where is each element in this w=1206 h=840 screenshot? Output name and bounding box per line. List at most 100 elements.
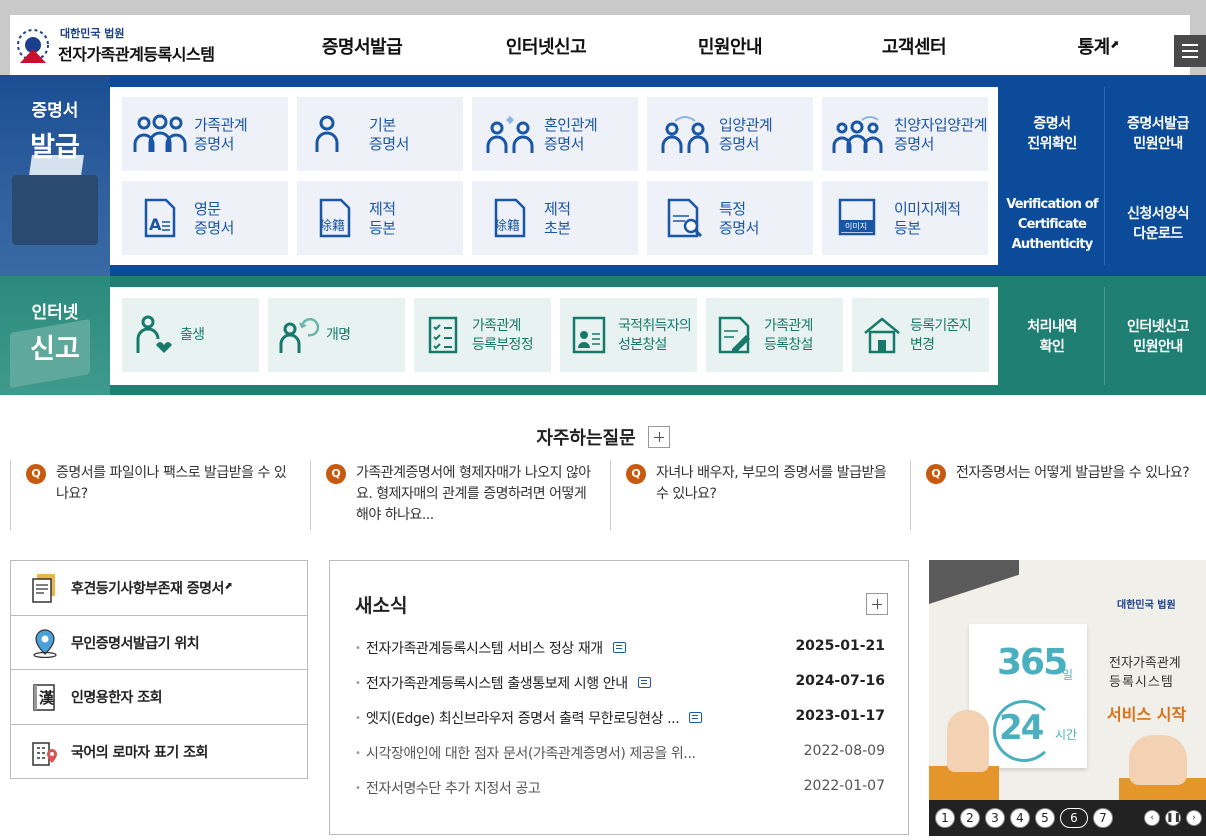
report-label: 국적취득자의 성본창설 xyxy=(618,318,692,353)
cert-guide-link[interactable]: 증명서발급 민원안내 xyxy=(1106,114,1206,154)
nav-cert[interactable]: 증명서발급 xyxy=(270,15,454,75)
cert-basic[interactable]: 기본 증명서 xyxy=(297,97,463,171)
location-pin-icon xyxy=(33,628,57,658)
marriage-icon xyxy=(486,116,534,153)
faq-item[interactable]: Q 전자증명서는 어떻게 발급받을 수 있나요? xyxy=(910,460,1206,530)
news-more-button[interactable] xyxy=(866,593,888,615)
cert-specific[interactable]: 특정 증명서 xyxy=(647,181,813,255)
report-correction[interactable]: 가족관계 등록부정정 xyxy=(414,298,551,372)
news-item-title: 전자가족관계등록시스템 출생통보제 시행 안내 xyxy=(366,673,651,693)
main-nav: 증명서발급 인터넷신고 민원안내 고객센터 통계⬈ xyxy=(270,15,1190,75)
cert-full-adoption[interactable]: 친양자입양관계 증명서 xyxy=(822,97,988,171)
chevron-left-icon[interactable]: ‹ xyxy=(1144,810,1160,826)
report-label: 가족관계 등록부정정 xyxy=(472,318,534,353)
pause-icon[interactable]: ❚❚ xyxy=(1165,810,1181,826)
news-item-title: 엣지(Edge) 최신브라우저 증명서 출력 무한로딩현상 ... xyxy=(366,708,703,728)
page-dot-7[interactable]: 7 xyxy=(1093,808,1113,828)
report-label: 출생 xyxy=(180,327,205,343)
nav-report[interactable]: 인터넷신고 xyxy=(454,15,638,75)
page-dot-5[interactable]: 5 xyxy=(1035,808,1055,828)
nav-guide[interactable]: 민원안내 xyxy=(638,15,822,75)
promo-banner[interactable]: 대한민국 법원 365 일 24 시간 전자가족관계 등록시스템 서비스 시작 xyxy=(929,560,1206,800)
site-logo[interactable]: 대한민국 법원 전자가족관계등록시스템 xyxy=(10,21,240,69)
cert-side-links: 증명서 진위확인 증명서발급 민원안내 Verification of Certifi… xyxy=(998,87,1206,265)
quick-hanja-search[interactable]: 漢 인명용한자 조회 xyxy=(11,670,307,725)
hanja-book-icon: 漢 xyxy=(33,684,55,711)
cert-label: 제적 등본 xyxy=(369,200,396,237)
cert-form-download-link[interactable]: 신청서양식 다운로드 xyxy=(1106,204,1206,244)
cert-verify-link[interactable]: 증명서 진위확인 xyxy=(1000,114,1104,154)
edit-doc-icon xyxy=(718,316,750,354)
news-panel: 새소식 • 전자가족관계등록시스템 서비스 정상 재개 2025-01-21 •… xyxy=(329,560,909,835)
report-base-change[interactable]: 등록기준지 변경 xyxy=(852,298,989,372)
question-icon: Q xyxy=(926,464,946,484)
page-dot-1[interactable]: 1 xyxy=(935,808,955,828)
external-link-icon: ⬈ xyxy=(1109,38,1119,51)
report-rename[interactable]: 개명 xyxy=(268,298,405,372)
faq-list: Q 증명서를 파일이나 팩스로 발급받을 수 있나요? Q 가족관계증명서에 형… xyxy=(10,460,1206,530)
nav-stats[interactable]: 통계⬈ xyxy=(1006,15,1190,75)
quick-romanization[interactable]: 국어의 로마자 표기 조회 xyxy=(11,725,307,780)
svg-text:이미지: 이미지 xyxy=(845,221,867,231)
report-status-link[interactable]: 처리내역 확인 xyxy=(1000,317,1104,357)
quick-label: 인명용한자 조회 xyxy=(71,690,163,706)
cert-removed-copy[interactable]: 除籍 제적 등본 xyxy=(297,181,463,255)
bullet: • xyxy=(355,643,361,654)
quick-label: 국어의 로마자 표기 조회 xyxy=(71,744,208,761)
report-guide-link[interactable]: 인터넷신고 민원안내 xyxy=(1106,317,1206,357)
system-name: 전자가족관계등록시스템 xyxy=(58,45,215,64)
chevron-right-icon[interactable]: › xyxy=(1186,810,1202,826)
house-icon xyxy=(864,317,900,354)
nav-support[interactable]: 고객센터 xyxy=(822,15,1006,75)
cert-label: 친양자입양관계 증명서 xyxy=(894,116,988,153)
id-card-icon xyxy=(572,316,606,354)
keyboard-image xyxy=(929,560,1019,604)
faq-item[interactable]: Q 가족관계증명서에 형제자매가 나오지 않아요. 형제자매의 관계를 증명하려… xyxy=(310,460,610,530)
cert-title-top: 증명서 xyxy=(31,101,79,121)
banner-24: 24 xyxy=(999,708,1044,748)
news-item[interactable]: • 전자가족관계등록시스템 서비스 정상 재개 2025-01-21 xyxy=(355,636,885,660)
news-item[interactable]: • 전자서명수단 추가 지정서 공고 2022-01-07 xyxy=(355,776,885,800)
quick-guardianship-cert[interactable]: 후견등기사항부존재 증명서⬈ xyxy=(11,561,307,616)
birth-icon xyxy=(136,315,172,353)
page-dot-3[interactable]: 3 xyxy=(985,808,1005,828)
cert-english[interactable]: A 영문 증명서 xyxy=(122,181,288,255)
faq-more-button[interactable] xyxy=(647,426,670,448)
cert-marriage[interactable]: 혼인관계 증명서 xyxy=(472,97,638,171)
hamburger-icon[interactable] xyxy=(1174,35,1206,67)
bullet: • xyxy=(355,678,361,689)
cert-removed-extract[interactable]: 除籍 제적 초본 xyxy=(472,181,638,255)
cert-family[interactable]: 가족관계 증명서 xyxy=(122,97,288,171)
svg-text:漢: 漢 xyxy=(39,689,55,707)
report-menu: 출생 개명 가족관계 등록부정정 국적취득자의 성본창설 가족관계 등록창설 등록기준… xyxy=(110,287,998,385)
hand-right xyxy=(1129,735,1187,785)
quick-kiosk-location[interactable]: 무인증명서발급기 위치 xyxy=(11,616,307,670)
faq-item[interactable]: Q 자녀나 배우자, 부모의 증명서를 발급받을 수 있나요? xyxy=(610,460,910,530)
cert-title-bottom: 발급 xyxy=(30,132,80,163)
hand-left xyxy=(947,710,989,772)
court-name: 대한민국 법원 xyxy=(60,27,125,40)
news-title: 새소식 xyxy=(355,595,408,617)
adoption-icon xyxy=(661,116,709,153)
report-birth[interactable]: 출생 xyxy=(122,298,259,372)
page-dot-4[interactable]: 4 xyxy=(1010,808,1030,828)
news-item[interactable]: • 시각장애인에 대한 점자 문서(가족관계증명서) 제공을 위... 2022… xyxy=(355,741,885,765)
report-label: 개명 xyxy=(326,327,351,343)
page-dot-2[interactable]: 2 xyxy=(960,808,980,828)
cert-verification-en-link[interactable]: Verification of Certificate Authenticity xyxy=(1000,195,1104,255)
banner-pager: 1 2 3 4 5 6 7 ‹ ❚❚ › xyxy=(929,800,1206,836)
svg-text:除籍: 除籍 xyxy=(319,218,345,234)
report-naturalized[interactable]: 국적취득자의 성본창설 xyxy=(560,298,697,372)
faq-item[interactable]: Q 증명서를 파일이나 팩스로 발급받을 수 있나요? xyxy=(10,460,310,530)
news-item-date: 2022-01-07 xyxy=(803,778,885,794)
removed-register-copy-icon: 除籍 xyxy=(319,198,351,238)
faq-text: 자녀나 배우자, 부모의 증명서를 발급받을 수 있나요? xyxy=(656,465,887,502)
news-item[interactable]: • 전자가족관계등록시스템 출생통보제 시행 안내 2024-07-16 xyxy=(355,671,885,695)
news-item[interactable]: • 엣지(Edge) 최신브라우저 증명서 출력 무한로딩현상 ... 2023… xyxy=(355,706,885,730)
cert-image[interactable]: 이미지 이미지제적 등본 xyxy=(822,181,988,255)
report-creation[interactable]: 가족관계 등록창설 xyxy=(706,298,843,372)
page-dot-6-active[interactable]: 6 xyxy=(1060,808,1088,828)
cert-adoption[interactable]: 입양관계 증명서 xyxy=(647,97,813,171)
news-item-date: 2022-08-09 xyxy=(803,743,885,759)
news-item-title: 전자서명수단 추가 지정서 공고 xyxy=(366,781,541,797)
